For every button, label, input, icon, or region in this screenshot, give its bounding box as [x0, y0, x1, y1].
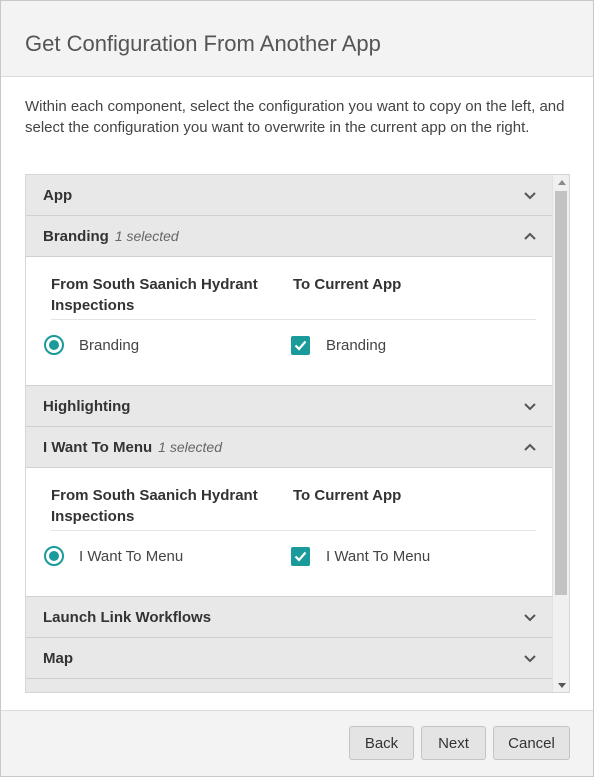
to-option-i-want-to-menu[interactable]: I Want To Menu — [291, 546, 430, 566]
dialog-title: Get Configuration From Another App — [25, 31, 381, 56]
from-option-label: I Want To Menu — [79, 547, 184, 565]
panel-title-text: Launch Link Workflows — [43, 609, 212, 626]
from-column-header: From South Saanich Hydrant Inspections — [51, 487, 258, 525]
panel-title-text: Map — [43, 650, 73, 667]
radio-button[interactable] — [44, 546, 64, 566]
to-option-branding[interactable]: Branding — [291, 335, 386, 355]
from-option-i-want-to-menu[interactable]: I Want To Menu — [44, 546, 183, 566]
panel-title-text: App — [43, 187, 73, 204]
radio-button[interactable] — [44, 335, 64, 355]
panel-title-text: Branding — [43, 228, 109, 245]
to-option-label: Branding — [326, 336, 387, 354]
chevron-down-icon[interactable] — [522, 187, 538, 203]
scroll-up-arrow-icon[interactable] — [553, 175, 569, 189]
panel-title: Launch Link Workflows — [43, 609, 211, 626]
scroll-down-arrow-icon[interactable] — [553, 678, 569, 692]
from-option-label: Branding — [79, 336, 140, 354]
panel-title: I Want To Menu 1 selected — [43, 439, 222, 456]
checkbox-checked[interactable] — [291, 546, 310, 566]
panel-header-map[interactable]: Map — [26, 638, 552, 679]
configuration-dialog: Get Configuration From Another App Withi… — [0, 0, 594, 777]
panel-title: App — [43, 187, 72, 204]
component-panel-list: App Branding 1 selected From South Saanic… — [26, 175, 552, 692]
next-button[interactable]: Next — [421, 726, 486, 760]
panel-header-launch-link-workflows[interactable]: Launch Link Workflows — [26, 597, 552, 638]
chevron-down-icon[interactable] — [522, 609, 538, 625]
to-column-header: To Current App — [293, 487, 402, 504]
chevron-down-icon[interactable] — [522, 650, 538, 666]
panel-header-branding[interactable]: Branding 1 selected — [26, 216, 552, 257]
to-column-header: To Current App — [293, 276, 402, 293]
checkmark-icon — [294, 340, 307, 351]
instructions-text: Within each component, select the config… — [25, 98, 565, 136]
checkbox-checked[interactable] — [291, 335, 310, 355]
panel-title-text: I Want To Menu — [43, 439, 153, 456]
scrollbar-thumb[interactable] — [555, 191, 567, 595]
radio-selected-dot — [49, 551, 59, 561]
selected-count-badge: 1 selected — [158, 439, 222, 455]
panel-header-app[interactable]: App — [26, 175, 552, 216]
to-option-label: I Want To Menu — [326, 547, 431, 565]
components-scroll-area[interactable]: App Branding 1 selected From South Saanic… — [25, 174, 570, 693]
panel-body-i-want-to-menu: From South Saanich Hydrant Inspections T… — [26, 468, 552, 597]
dialog-footer: Back Next Cancel — [1, 710, 593, 776]
chevron-up-icon[interactable] — [522, 228, 538, 244]
panel-header-highlighting[interactable]: Highlighting — [26, 386, 552, 427]
panel-title-text: Highlighting — [43, 398, 131, 415]
panel-title: Map — [43, 650, 73, 667]
chevron-up-icon[interactable] — [522, 439, 538, 455]
from-option-branding[interactable]: Branding — [44, 335, 139, 355]
panel-header-partial[interactable] — [26, 679, 552, 692]
column-divider — [51, 319, 536, 320]
vertical-scrollbar[interactable] — [552, 175, 569, 692]
panel-header-i-want-to-menu[interactable]: I Want To Menu 1 selected — [26, 427, 552, 468]
from-column-header: From South Saanich Hydrant Inspections — [51, 276, 258, 314]
column-divider — [51, 530, 536, 531]
panel-body-branding: From South Saanich Hydrant Inspections T… — [26, 257, 552, 386]
cancel-button[interactable]: Cancel — [493, 726, 570, 760]
radio-selected-dot — [49, 340, 59, 350]
panel-title: Branding 1 selected — [43, 228, 179, 245]
dialog-header: Get Configuration From Another App — [1, 1, 593, 77]
panel-title: Highlighting — [43, 398, 130, 415]
back-button[interactable]: Back — [349, 726, 414, 760]
checkmark-icon — [294, 551, 307, 562]
chevron-down-icon[interactable] — [522, 398, 538, 414]
selected-count-badge: 1 selected — [114, 228, 179, 244]
